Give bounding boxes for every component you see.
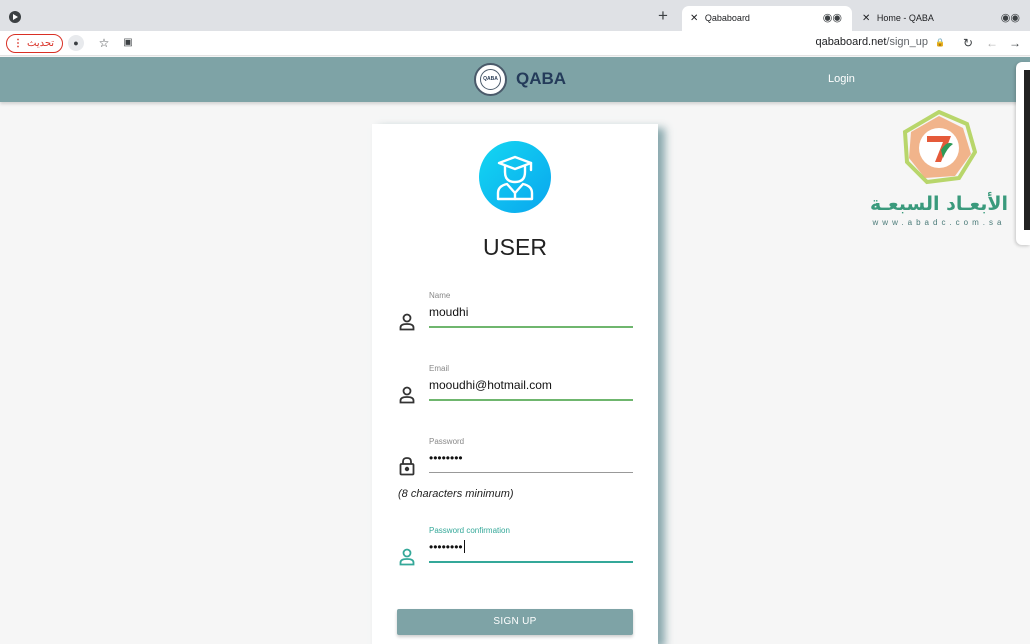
email-label: Email (429, 364, 450, 373)
tab-home-qaba[interactable]: ✕ Home - QABA ◉◉ (854, 6, 1030, 31)
seal-text: QABA (480, 68, 501, 90)
side-panel-edge (1016, 62, 1030, 245)
browser-toolbar: ⋮ تحديث ● ☆ ▣ qababoard.net/sign_up 🔒 ↻ ←… (0, 31, 1030, 56)
forward-arrow-icon[interactable]: → (1007, 35, 1023, 51)
update-label: تحديث (27, 38, 55, 49)
tab-title: Qababoard (704, 13, 750, 23)
sign-up-button[interactable]: SIGN UP (397, 609, 633, 635)
password-confirmation-field[interactable]: Password confirmation •••••••• (396, 526, 634, 572)
profile-icon[interactable]: ● (68, 35, 84, 51)
recording-icon[interactable] (9, 11, 21, 23)
abadc-watermark: الأبعـاد السبعـة www.abadc.com.sa (866, 109, 1012, 227)
extension-icon[interactable]: ▣ (120, 35, 136, 51)
form-title: USER (483, 234, 547, 260)
password-hint: (8 characters minimum) (398, 488, 514, 500)
brand[interactable]: QABA QABA (474, 62, 567, 96)
bookmark-star-icon[interactable]: ☆ (96, 35, 112, 51)
tab-qababoard[interactable]: ✕ Qababoard ◉◉ (682, 6, 852, 31)
password-confirmation-underline (429, 561, 633, 563)
lock-icon[interactable]: 🔒 (932, 35, 948, 51)
password-field[interactable]: Password •••••••• (396, 437, 634, 483)
password-confirmation-label: Password confirmation (429, 526, 510, 535)
password-label: Password (429, 437, 465, 446)
address-bar[interactable]: qababoard.net/sign_up (700, 36, 928, 48)
close-tab-icon[interactable]: ✕ (690, 13, 698, 24)
tab-title: Home - QABA (876, 13, 934, 23)
lock-icon (399, 457, 415, 476)
login-link[interactable]: Login (828, 73, 855, 85)
update-button[interactable]: ⋮ تحديث (6, 34, 64, 53)
watermark-arabic-text: الأبعـاد السبعـة (870, 193, 1008, 215)
qaba-seal-logo: QABA (474, 62, 507, 96)
name-label: Name (429, 291, 451, 300)
email-field[interactable]: Email mooudhi@hotmail.com (396, 364, 634, 410)
name-field[interactable]: Name moudhi (396, 291, 634, 337)
graduate-avatar-icon (479, 141, 551, 213)
password-confirmation-input[interactable]: •••••••• (429, 540, 465, 554)
reload-icon[interactable]: ↻ (960, 35, 976, 51)
name-underline (429, 326, 633, 328)
watermark-url: www.abadc.com.sa (872, 218, 1006, 227)
back-arrow-icon[interactable]: ← (984, 35, 1000, 51)
vr-icon: ◉◉ (1000, 12, 1020, 24)
url-path: /sign_up (886, 36, 928, 48)
password-confirmation-value: •••••••• (429, 540, 463, 554)
vr-icon: ◉◉ (822, 12, 842, 24)
name-input[interactable]: moudhi (429, 305, 468, 319)
password-underline (429, 472, 633, 473)
person-icon (399, 548, 415, 566)
more-icon: ⋮ (13, 38, 23, 49)
email-input[interactable]: mooudhi@hotmail.com (429, 378, 552, 392)
text-cursor (463, 540, 465, 553)
person-icon (399, 386, 415, 404)
close-tab-icon[interactable]: ✕ (862, 13, 870, 24)
site-navbar: QABA QABA Login (0, 57, 1030, 102)
signup-card: USER Name moudhi Email mooudhi@hotmail.c… (372, 124, 658, 644)
person-icon (399, 313, 415, 331)
password-input[interactable]: •••••••• (429, 451, 463, 465)
abadc-logo-icon (902, 109, 978, 185)
brand-name: QABA (516, 69, 567, 88)
new-tab-button[interactable]: + (658, 6, 668, 26)
browser-tab-bar: + ✕ Qababoard ◉◉ ✕ Home - QABA ◉◉ (0, 0, 1030, 31)
url-host: qababoard.net (815, 36, 887, 48)
email-underline (429, 399, 633, 401)
